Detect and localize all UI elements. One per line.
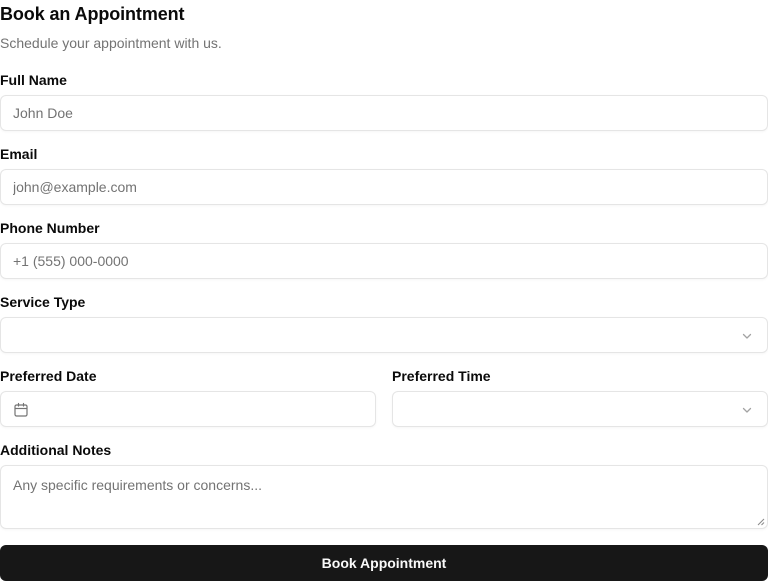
- preferred-date-label: Preferred Date: [0, 368, 97, 384]
- email-input[interactable]: [1, 170, 767, 204]
- appointment-form: Book an Appointment Schedule your appoin…: [0, 0, 768, 581]
- page-title: Book an Appointment: [0, 4, 185, 24]
- email-label: Email: [0, 146, 38, 162]
- preferred-date-picker[interactable]: [0, 391, 376, 427]
- book-appointment-button[interactable]: Book Appointment: [0, 545, 768, 581]
- service-type-label: Service Type: [0, 294, 86, 310]
- phone-field-wrapper: [0, 243, 768, 279]
- preferred-time-label: Preferred Time: [392, 368, 491, 384]
- chevron-down-icon: [742, 407, 752, 413]
- page-subtitle: Schedule your appointment with us.: [0, 35, 222, 51]
- email-field-wrapper: [0, 169, 768, 205]
- additional-notes-label: Additional Notes: [0, 442, 112, 458]
- resize-handle-icon[interactable]: [757, 518, 765, 526]
- service-type-select[interactable]: [0, 317, 768, 353]
- full-name-field-wrapper: [0, 95, 768, 131]
- phone-label: Phone Number: [0, 220, 100, 236]
- additional-notes-textarea[interactable]: [1, 466, 767, 528]
- notes-field-wrapper: [0, 465, 768, 529]
- full-name-input[interactable]: [1, 96, 767, 130]
- calendar-icon: [14, 402, 28, 417]
- phone-input[interactable]: [1, 244, 767, 278]
- preferred-time-select[interactable]: [392, 391, 768, 427]
- full-name-label: Full Name: [0, 72, 67, 88]
- chevron-down-icon: [742, 333, 752, 339]
